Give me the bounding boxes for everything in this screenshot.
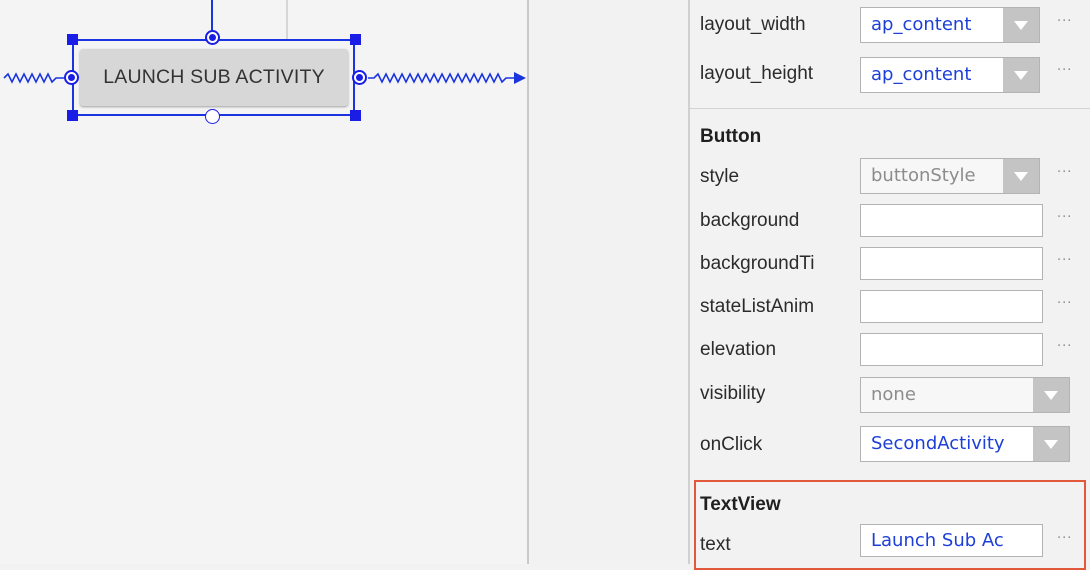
elevation-field[interactable]	[860, 333, 1043, 366]
state-list-animator-field[interactable]	[860, 290, 1043, 323]
background-field[interactable]	[860, 204, 1043, 237]
layout-width-combo[interactable]: ap_content	[860, 7, 1040, 43]
ellipsis-icon[interactable]: ···	[1057, 339, 1072, 354]
ellipsis-icon[interactable]: ···	[1057, 253, 1072, 268]
ellipsis-icon[interactable]: ···	[1057, 63, 1072, 78]
visibility-combo[interactable]: none	[860, 377, 1070, 413]
onclick-combo[interactable]: SecondActivity	[860, 426, 1070, 462]
visibility-label: visibility	[700, 383, 766, 404]
launch-sub-activity-widget[interactable]: LAUNCH SUB ACTIVITY	[80, 49, 348, 106]
resize-handle-icon[interactable]	[67, 110, 78, 121]
top-constraint-anchor-icon[interactable]	[205, 30, 220, 45]
right-constraint-anchor-icon[interactable]	[352, 70, 367, 85]
onclick-label: onClick	[700, 434, 763, 455]
background-tint-field[interactable]	[860, 247, 1043, 280]
style-label: style	[700, 166, 740, 187]
background-tint-label: backgroundTi	[700, 253, 815, 274]
background-label: background	[700, 210, 800, 231]
layout-height-combo[interactable]: ap_content	[860, 57, 1040, 93]
ellipsis-icon[interactable]: ···	[1057, 296, 1072, 311]
top-constraint-line	[211, 0, 213, 30]
ellipsis-icon[interactable]: ···	[1057, 210, 1072, 225]
section-separator	[690, 108, 1090, 109]
button-section-title: Button	[700, 126, 762, 147]
dropdown-arrow-icon[interactable]	[1003, 159, 1039, 193]
text-label: text	[700, 534, 731, 555]
dropdown-arrow-icon[interactable]	[1003, 8, 1039, 42]
ellipsis-icon[interactable]: ···	[1057, 14, 1072, 29]
text-field[interactable]: Launch Sub Ac	[860, 524, 1043, 557]
bottom-constraint-anchor-icon[interactable]	[205, 109, 220, 124]
layout-width-label: layout_width	[700, 14, 806, 35]
resize-handle-icon[interactable]	[350, 110, 361, 121]
design-canvas[interactable]: LAUNCH SUB ACTIVITY	[0, 0, 527, 564]
ellipsis-icon[interactable]: ···	[1057, 165, 1072, 180]
dropdown-arrow-icon[interactable]	[1003, 58, 1039, 92]
panel-gap	[529, 0, 688, 564]
guideline	[286, 0, 288, 40]
left-constraint-anchor-icon[interactable]	[64, 70, 79, 85]
resize-handle-icon[interactable]	[350, 34, 361, 45]
state-list-animator-label: stateListAnim	[700, 296, 815, 317]
textview-section-title: TextView	[700, 494, 781, 515]
elevation-label: elevation	[700, 339, 777, 360]
widget-label: LAUNCH SUB ACTIVITY	[103, 66, 325, 88]
dropdown-arrow-icon[interactable]	[1033, 378, 1069, 412]
resize-handle-icon[interactable]	[67, 34, 78, 45]
dropdown-arrow-icon[interactable]	[1033, 427, 1069, 461]
ellipsis-icon[interactable]: ···	[1057, 531, 1072, 546]
style-combo[interactable]: buttonStyle	[860, 158, 1040, 194]
layout-height-label: layout_height	[700, 63, 814, 84]
